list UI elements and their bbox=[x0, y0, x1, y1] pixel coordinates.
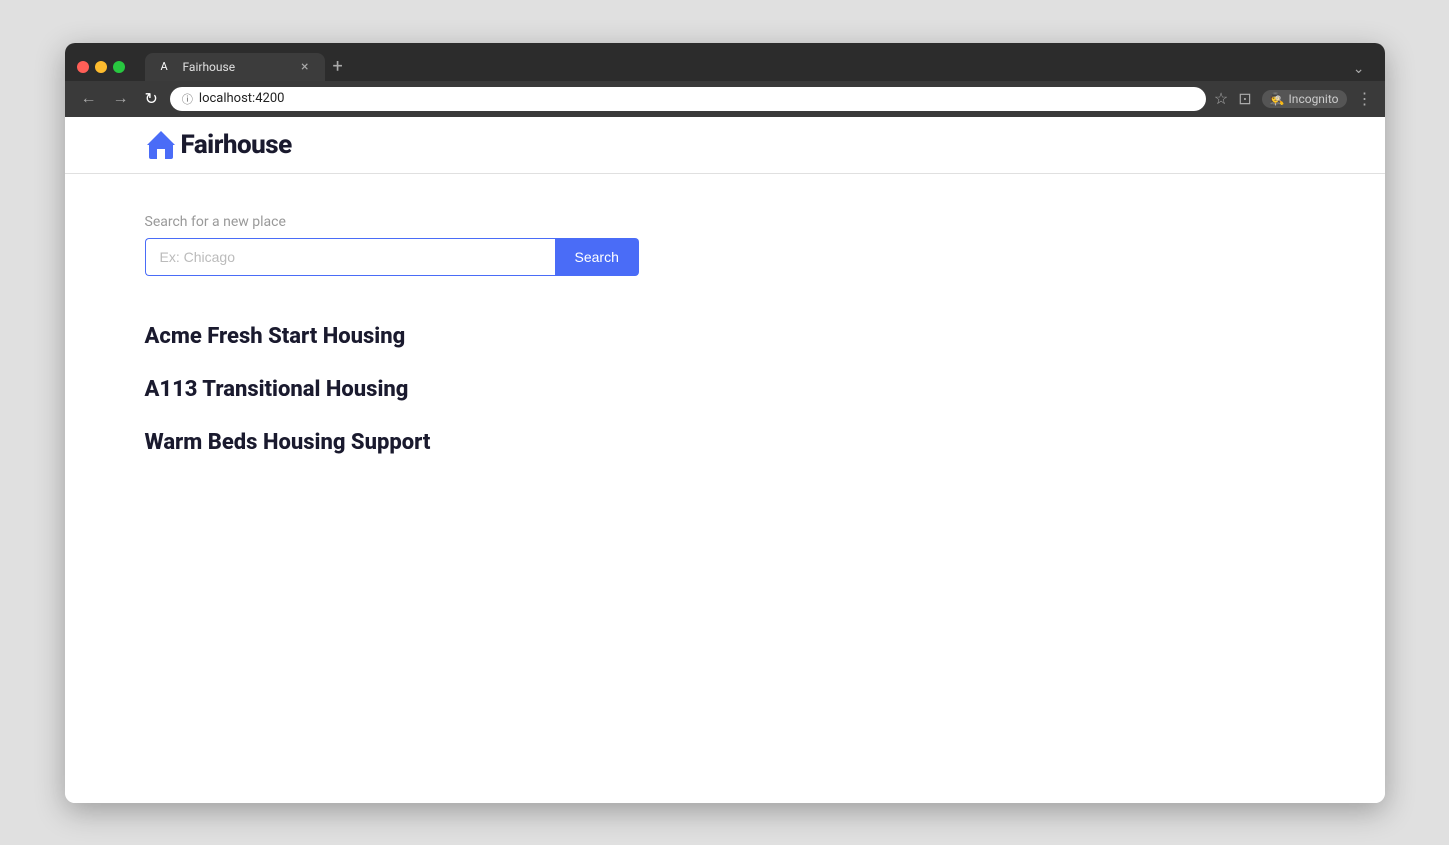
results-list: Acme Fresh Start Housing A113 Transition… bbox=[145, 312, 1305, 467]
toolbar-right: ☆ ⊡ 🕵 Incognito ⋮ bbox=[1214, 89, 1373, 108]
menu-icon[interactable]: ⋮ bbox=[1357, 89, 1373, 108]
page-content: Fairhouse Search for a new place Search … bbox=[65, 117, 1385, 803]
logo-text: Fairhouse bbox=[181, 130, 292, 160]
tab-title: Fairhouse bbox=[183, 60, 294, 74]
title-bar: A Fairhouse × + ⌄ bbox=[65, 43, 1385, 81]
search-input[interactable] bbox=[145, 238, 555, 276]
browser-chrome: A Fairhouse × + ⌄ ← → ↻ ⓘ localhost:4200… bbox=[65, 43, 1385, 117]
search-row: Search bbox=[145, 238, 1305, 276]
tab-close-button[interactable]: × bbox=[301, 59, 308, 75]
back-button[interactable]: ← bbox=[77, 88, 101, 110]
refresh-button[interactable]: ↻ bbox=[141, 87, 162, 111]
minimize-traffic-light[interactable] bbox=[95, 61, 107, 73]
tab-dropdown-button[interactable]: ⌄ bbox=[1345, 61, 1373, 77]
result-item-1[interactable]: Acme Fresh Start Housing bbox=[145, 312, 1305, 361]
extensions-icon[interactable]: ⊡ bbox=[1238, 89, 1251, 108]
logo-icon bbox=[145, 129, 177, 161]
incognito-label: Incognito bbox=[1289, 92, 1339, 106]
browser-window: A Fairhouse × + ⌄ ← → ↻ ⓘ localhost:4200… bbox=[65, 43, 1385, 803]
bookmark-icon[interactable]: ☆ bbox=[1214, 89, 1228, 108]
new-tab-button[interactable]: + bbox=[325, 56, 351, 77]
tab-bar: A Fairhouse × + ⌄ bbox=[145, 53, 1373, 81]
close-traffic-light[interactable] bbox=[77, 61, 89, 73]
address-bar[interactable]: ⓘ localhost:4200 bbox=[170, 87, 1206, 111]
search-label: Search for a new place bbox=[145, 214, 1305, 230]
result-item-3[interactable]: Warm Beds Housing Support bbox=[145, 418, 1305, 467]
lock-icon: ⓘ bbox=[182, 91, 193, 107]
main-content: Search for a new place Search Acme Fresh… bbox=[65, 174, 1385, 507]
tab-favicon: A bbox=[161, 60, 175, 74]
app-header: Fairhouse bbox=[65, 117, 1385, 174]
traffic-lights bbox=[77, 61, 125, 73]
forward-button[interactable]: → bbox=[109, 88, 133, 110]
url-text: localhost:4200 bbox=[199, 91, 285, 106]
incognito-icon: 🕵 bbox=[1270, 92, 1285, 106]
browser-toolbar: ← → ↻ ⓘ localhost:4200 ☆ ⊡ 🕵 Incognito ⋮ bbox=[65, 81, 1385, 117]
maximize-traffic-light[interactable] bbox=[113, 61, 125, 73]
incognito-button[interactable]: 🕵 Incognito bbox=[1262, 90, 1347, 108]
active-tab[interactable]: A Fairhouse × bbox=[145, 53, 325, 81]
search-button[interactable]: Search bbox=[555, 238, 639, 276]
result-item-2[interactable]: A113 Transitional Housing bbox=[145, 365, 1305, 414]
logo[interactable]: Fairhouse bbox=[145, 129, 292, 161]
